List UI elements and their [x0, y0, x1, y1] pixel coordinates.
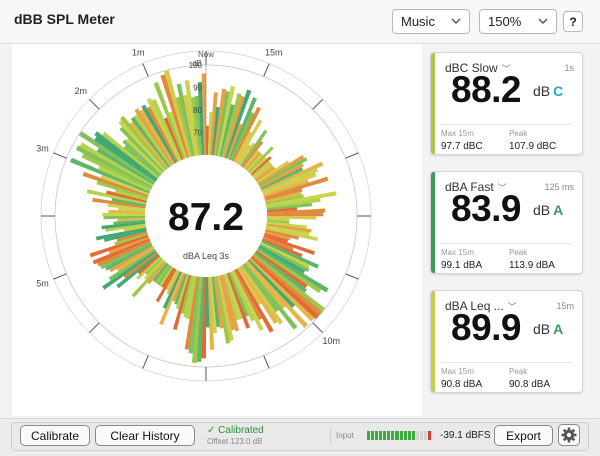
level-segment [407, 431, 411, 440]
level-segment [371, 431, 375, 440]
time-tick [53, 273, 67, 280]
calibrated-status: ✓ Calibrated [207, 425, 264, 436]
max-label: Max 15m [441, 367, 474, 376]
db-scale-label: 70 [193, 129, 202, 138]
card-divider [441, 243, 572, 244]
level-segment [367, 431, 371, 440]
calibrate-button[interactable]: Calibrate [20, 425, 90, 446]
level-segment [375, 431, 379, 440]
card-unit: dB A [533, 321, 564, 337]
radial-spl-history: Now dB 100 90 80 70 15m 10m 5m 3m 2m 1m 87.2 dBA… [12, 44, 422, 416]
time-tick [142, 63, 149, 77]
level-segment [411, 431, 415, 440]
scale-now-label: Now [198, 50, 214, 59]
peak-label: Peak [509, 248, 528, 257]
time-tick [88, 322, 100, 334]
time-tick [263, 63, 270, 77]
level-segment [423, 431, 427, 440]
input-label: Input [336, 431, 354, 440]
peak-label: Peak [509, 367, 528, 376]
level-segment [391, 431, 395, 440]
peak-label: Peak [509, 129, 528, 138]
card-dba-leq[interactable]: dBA Leq ... ﹀ 15m 89.9 dB A Max 15m 90.8 d… [430, 290, 583, 393]
time-label: 10m [322, 336, 340, 346]
time-label: 2m [75, 86, 88, 96]
level-segment [387, 431, 391, 440]
level-segment [395, 431, 399, 440]
max-value: 97.7 dBC [441, 141, 483, 152]
clear-history-button[interactable]: Clear History [95, 425, 195, 446]
card-value: 88.2 [451, 69, 522, 110]
time-label: 5m [36, 279, 49, 289]
center-label: dBA Leq 3s [183, 251, 230, 261]
card-window: 125 ms [544, 182, 574, 192]
zoom-select-value: 150% [488, 14, 522, 29]
max-value: 90.8 dBA [441, 379, 483, 390]
card-accent [431, 53, 435, 154]
level-segment [383, 431, 387, 440]
card-window: 15m [556, 301, 574, 311]
card-divider [441, 362, 572, 363]
time-tick [142, 355, 149, 369]
card-window: 1s [564, 63, 574, 73]
time-tick [263, 355, 270, 369]
card-unit: dB C [533, 83, 564, 99]
card-dba-fast[interactable]: dBA Fast ﹀ 125 ms 83.9 dB A Max 15m 99.1 d… [430, 171, 583, 274]
mode-select[interactable]: Music [392, 9, 470, 34]
card-divider [441, 124, 572, 125]
peak-value: 90.8 dBA [509, 379, 551, 390]
card-unit: dB A [533, 202, 564, 218]
time-tick [53, 152, 67, 159]
weighting-letter: C [553, 83, 564, 99]
gear-icon[interactable] [558, 424, 580, 446]
app-title: dBB SPL Meter [14, 11, 115, 27]
max-value: 99.1 dBA [441, 260, 483, 271]
level-segment [403, 431, 407, 440]
export-button[interactable]: Export [494, 425, 553, 446]
calibration-offset: Offset 123.0 dB [207, 437, 263, 446]
zoom-select[interactable]: 150% [479, 9, 557, 34]
time-label: 15m [265, 48, 283, 58]
peak-value: 113.9 dBA [509, 260, 555, 271]
max-label: Max 15m [441, 129, 474, 138]
level-segment [427, 431, 431, 440]
level-segment [419, 431, 423, 440]
center-value: 87.2 [168, 196, 244, 239]
level-segment [415, 431, 419, 440]
card-dbc-slow[interactable]: dBC Slow ﹀ 1s 88.2 dB C Max 15m 97.7 dBC P… [430, 52, 583, 155]
chevron-down-icon [537, 15, 549, 30]
peak-value: 107.9 dBC [509, 141, 557, 152]
mode-select-value: Music [401, 14, 435, 29]
weighting-letter: A [553, 202, 564, 218]
level-segment [379, 431, 383, 440]
chevron-down-icon [450, 15, 462, 30]
db-scale-label: 80 [193, 106, 202, 115]
card-value: 83.9 [451, 188, 522, 229]
time-tick [88, 98, 100, 110]
divider [330, 427, 331, 445]
card-value: 89.9 [451, 307, 522, 348]
title-bar: dBB SPL Meter Music 150% ? [0, 0, 600, 44]
max-label: Max 15m [441, 248, 474, 257]
help-button[interactable]: ? [563, 11, 583, 32]
time-tick [312, 98, 324, 110]
time-tick [345, 273, 359, 280]
time-label: 1m [132, 48, 145, 58]
radial-chart: Now dB 100908070 15m10m5m3m2m1m 87.2 dBA… [36, 48, 372, 382]
time-tick [345, 152, 359, 159]
card-accent [431, 291, 435, 392]
level-segment [399, 431, 403, 440]
footer-bar: Calibrate Clear History ✓ Calibrated Off… [0, 418, 600, 456]
input-level-meter [367, 431, 431, 440]
db-scale-label: 100 [189, 61, 203, 70]
time-label: 3m [36, 143, 49, 153]
time-tick [312, 322, 324, 334]
card-accent [431, 172, 435, 273]
dbfs-readout: -39.1 dBFS [440, 430, 491, 441]
db-scale-label: 90 [193, 84, 202, 93]
weighting-letter: A [553, 321, 564, 337]
